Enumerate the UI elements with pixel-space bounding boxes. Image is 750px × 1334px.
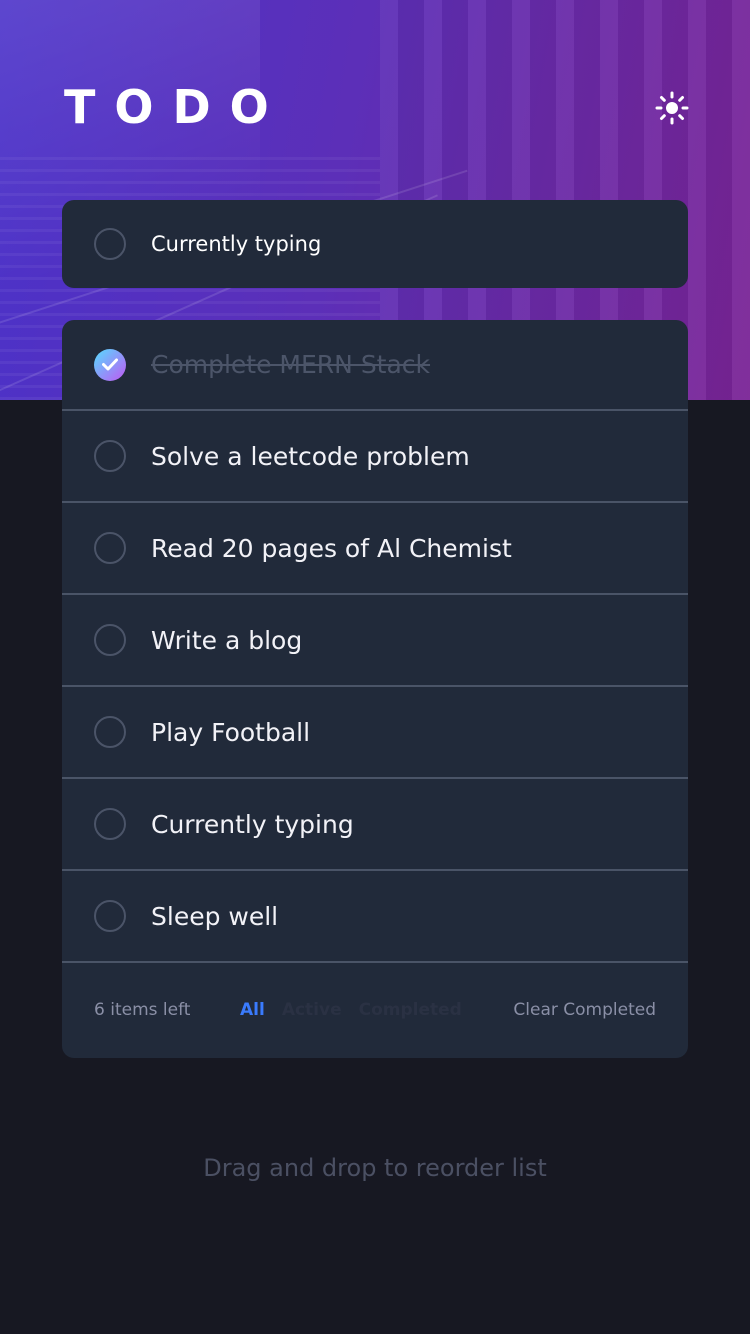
todo-checkbox[interactable]	[94, 808, 126, 840]
todo-checkbox[interactable]	[94, 900, 126, 932]
new-todo-checkbox[interactable]	[94, 228, 126, 260]
todo-checkbox[interactable]	[94, 440, 126, 472]
clear-completed-button[interactable]: Clear Completed	[513, 1000, 656, 1020]
todo-text: Complete MERN Stack	[151, 350, 431, 379]
theme-toggle-button[interactable]	[652, 88, 692, 128]
new-todo-card	[62, 200, 688, 288]
todo-text: Play Football	[151, 717, 311, 747]
filter-group: All Active Completed	[240, 1000, 479, 1020]
todo-text: Currently typing	[151, 809, 354, 839]
new-todo-input[interactable]	[151, 224, 621, 264]
app-title: TODO	[64, 80, 288, 134]
todo-checkbox[interactable]	[94, 532, 126, 564]
todo-item[interactable]: Play Football	[62, 687, 688, 779]
todo-checkbox[interactable]	[94, 624, 126, 656]
check-icon	[102, 358, 118, 371]
filter-all[interactable]: All	[240, 1000, 265, 1020]
todo-text: Write a blog	[151, 625, 303, 655]
todo-item[interactable]: Sleep well	[62, 871, 688, 963]
todo-item[interactable]: Solve a leetcode problem	[62, 411, 688, 503]
items-left-count: 6 items left	[94, 1000, 191, 1020]
todo-item[interactable]: Currently typing	[62, 779, 688, 871]
todo-text: Read 20 pages of Al Chemist	[151, 533, 512, 563]
filter-active[interactable]: Active	[282, 1000, 342, 1020]
todo-checkbox-checked[interactable]	[94, 348, 126, 381]
reorder-hint: Drag and drop to reorder list	[203, 1154, 547, 1182]
filter-completed[interactable]: Completed	[359, 1000, 462, 1020]
sun-icon	[655, 91, 689, 125]
todo-text: Sleep well	[151, 901, 279, 931]
todo-list: Complete MERN Stack Solve a leetcode pro…	[62, 320, 688, 1058]
todo-item[interactable]: Read 20 pages of Al Chemist	[62, 503, 688, 595]
list-footer: 6 items left All Active Completed Clear …	[62, 963, 688, 1057]
todo-item[interactable]: Complete MERN Stack	[62, 320, 688, 411]
todo-text: Solve a leetcode problem	[151, 441, 470, 471]
todo-item[interactable]: Write a blog	[62, 595, 688, 687]
todo-checkbox[interactable]	[94, 716, 126, 748]
